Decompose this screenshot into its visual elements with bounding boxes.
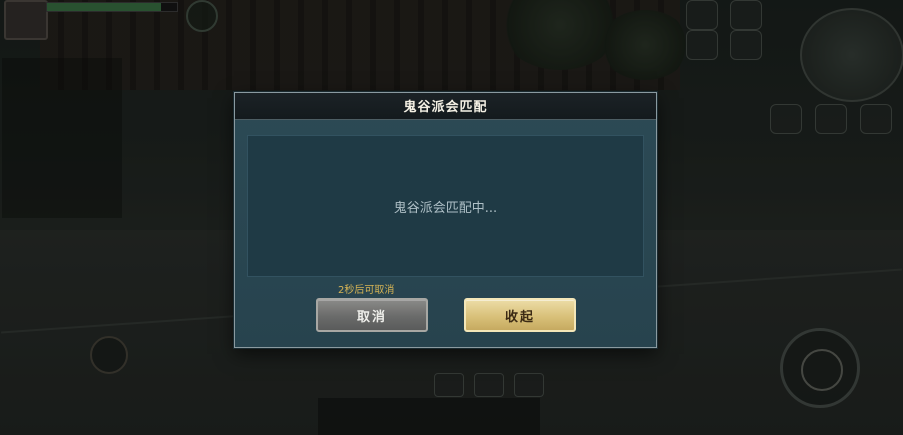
matchmaking-dialog: 鬼谷派会匹配 鬼谷派会匹配中... 2秒后可取消 取消 收起	[234, 92, 657, 348]
cancel-countdown-text: 2秒后可取消	[338, 285, 395, 296]
message-area: 鬼谷派会匹配中...	[247, 135, 644, 277]
collapse-button-label: 收起	[504, 309, 535, 325]
cancel-button[interactable]: 取消	[316, 298, 428, 332]
cancel-button-label: 取消	[356, 309, 387, 325]
collapse-button[interactable]: 收起	[464, 298, 576, 332]
dialog-header: 鬼谷派会匹配	[235, 93, 656, 120]
game-scene: ​ ​ ​ ​ ​ 鬼谷派会匹配 鬼谷派会匹配中... 2秒后可取消 取消 收起	[0, 0, 903, 435]
dialog-title: 鬼谷派会匹配	[403, 100, 488, 115]
matching-status-text: 鬼谷派会匹配中...	[393, 200, 498, 216]
